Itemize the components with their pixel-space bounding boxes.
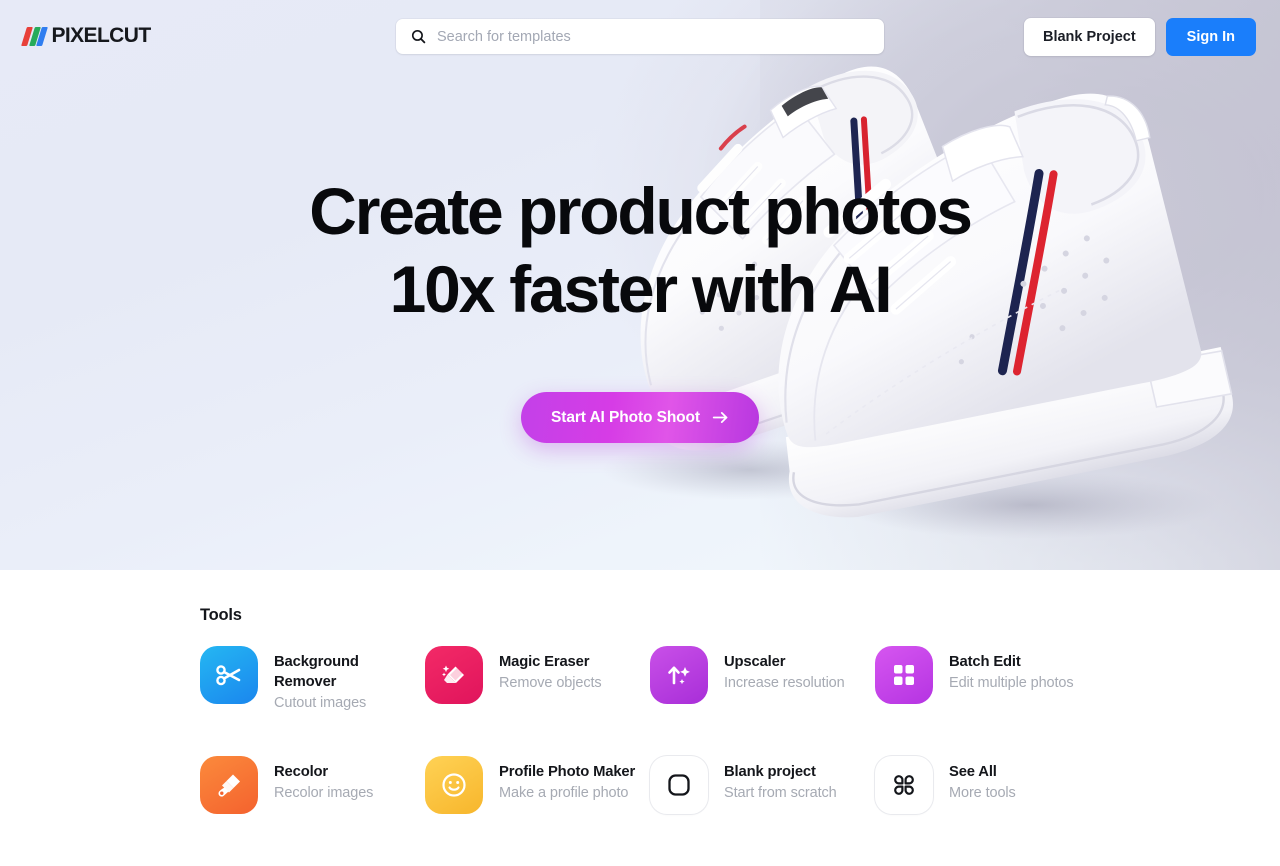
cta-label: Start AI Photo Shoot <box>551 408 700 426</box>
four-petal-grid-icon <box>894 775 914 795</box>
batch-edit-icon-tile <box>875 646 933 704</box>
tools-section: Tools Background Remover Cutout images M… <box>0 570 1280 864</box>
tool-text: Magic Eraser Remove objects <box>499 646 602 694</box>
logo-slashes-icon <box>21 26 48 46</box>
blank-project-icon-tile <box>650 756 708 814</box>
rounded-square-icon <box>668 774 690 796</box>
tools-grid: Background Remover Cutout images Magic E… <box>200 646 1100 866</box>
profile-photo-maker-icon-tile <box>425 756 483 814</box>
tool-card-upscaler[interactable]: Upscaler Increase resolution <box>650 646 875 756</box>
tool-name: Profile Photo Maker <box>499 764 636 780</box>
tool-desc: Make a profile photo <box>499 785 629 801</box>
tool-text: Recolor Recolor images <box>274 756 373 804</box>
scissors-icon <box>216 665 241 686</box>
brand-logo[interactable]: PIXELCUT <box>21 24 152 48</box>
grid-four-icon <box>894 665 914 685</box>
hero-product-image <box>600 66 1233 539</box>
tool-desc: More tools <box>949 785 1016 801</box>
tool-text: Profile Photo Maker Make a profile photo <box>499 756 635 804</box>
tool-desc: Edit multiple photos <box>949 675 1074 691</box>
tool-name: Background Remover <box>274 654 359 690</box>
paint-brush-icon <box>218 774 240 797</box>
tool-text: See All More tools <box>949 756 1016 804</box>
tool-name: Upscaler <box>724 654 786 670</box>
tool-name: Blank project <box>724 764 816 780</box>
tool-card-background-remover[interactable]: Background Remover Cutout images <box>200 646 425 756</box>
upscaler-icon-tile <box>650 646 708 704</box>
header-actions: Blank Project Sign In <box>1023 18 1256 56</box>
tool-name: Batch Edit <box>949 654 1021 670</box>
tool-desc: Cutout images <box>274 695 367 711</box>
magic-eraser-icon-tile <box>425 646 483 704</box>
tool-text: Background Remover Cutout images <box>274 646 414 714</box>
search-input[interactable] <box>437 19 870 54</box>
tool-card-magic-eraser[interactable]: Magic Eraser Remove objects <box>425 646 650 756</box>
recolor-icon-tile <box>200 756 258 814</box>
tool-text: Blank project Start from scratch <box>724 756 837 804</box>
smiley-face-icon <box>442 773 466 797</box>
background-remover-icon-tile <box>200 646 258 704</box>
tool-card-profile-photo-maker[interactable]: Profile Photo Maker Make a profile photo <box>425 756 650 866</box>
hero-section: PIXELCUT Blank Project Sign In Create pr… <box>0 0 1280 570</box>
tool-desc: Start from scratch <box>724 785 837 801</box>
tool-card-see-all[interactable]: See All More tools <box>875 756 1100 866</box>
tool-card-blank-project[interactable]: Blank project Start from scratch <box>650 756 875 866</box>
brand-name: PIXELCUT <box>51 24 152 47</box>
tool-card-batch-edit[interactable]: Batch Edit Edit multiple photos <box>875 646 1100 756</box>
arrow-up-sparkle-icon <box>668 666 690 685</box>
tool-name: Magic Eraser <box>499 654 590 670</box>
blank-project-button[interactable]: Blank Project <box>1023 18 1155 56</box>
tool-desc: Increase resolution <box>724 675 845 691</box>
sign-in-button[interactable]: Sign In <box>1165 18 1256 56</box>
app-header: PIXELCUT Blank Project Sign In <box>0 0 1280 72</box>
tool-text: Batch Edit Edit multiple photos <box>949 646 1074 694</box>
tool-name: See All <box>949 764 997 780</box>
search-icon <box>411 29 426 44</box>
see-all-icon-tile <box>875 756 933 814</box>
tools-section-title: Tools <box>200 606 242 624</box>
eraser-sparkle-icon <box>442 665 464 683</box>
tool-name: Recolor <box>274 764 329 780</box>
tool-text: Upscaler Increase resolution <box>724 646 845 694</box>
tool-desc: Remove objects <box>499 675 602 691</box>
search-bar[interactable] <box>396 19 884 54</box>
tool-card-recolor[interactable]: Recolor Recolor images <box>200 756 425 866</box>
arrow-right-icon <box>712 412 728 423</box>
tool-desc: Recolor images <box>274 785 374 801</box>
start-ai-photo-shoot-button[interactable]: Start AI Photo Shoot <box>521 392 759 443</box>
